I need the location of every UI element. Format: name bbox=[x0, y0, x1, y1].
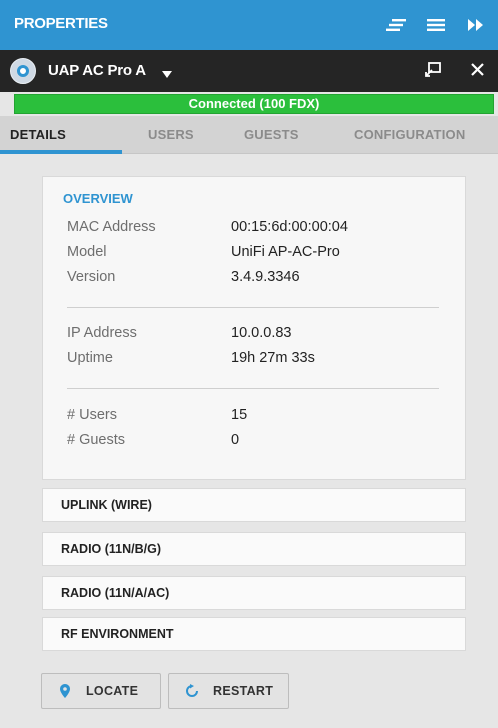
fast-forward-icon[interactable] bbox=[466, 15, 486, 35]
detail-label: Model bbox=[67, 244, 107, 260]
detail-label: Uptime bbox=[67, 350, 113, 366]
chevron-down-icon[interactable] bbox=[162, 66, 172, 84]
divider bbox=[67, 307, 439, 308]
close-icon[interactable] bbox=[471, 62, 484, 81]
location-pin-icon bbox=[58, 684, 72, 698]
locate-button[interactable]: LOCATE bbox=[41, 673, 161, 709]
restart-icon bbox=[185, 684, 199, 698]
detail-label: # Guests bbox=[67, 432, 126, 448]
connection-status-bar: Connected (100 FDX) bbox=[14, 94, 494, 114]
properties-header: PROPERTIES bbox=[0, 0, 498, 50]
detail-label: IP Address bbox=[67, 325, 137, 341]
detail-value: 00:15:6d:00:00:04 bbox=[231, 219, 348, 235]
divider bbox=[67, 388, 439, 389]
device-name-dropdown[interactable]: UAP AC Pro A bbox=[48, 62, 146, 79]
detail-value: 19h 27m 33s bbox=[231, 350, 315, 366]
tab-bar: DETAILS USERS GUESTS CONFIGURATION bbox=[0, 116, 498, 154]
overview-title[interactable]: OVERVIEW bbox=[63, 191, 133, 206]
tab-configuration[interactable]: CONFIGURATION bbox=[354, 116, 465, 154]
tab-users[interactable]: USERS bbox=[148, 116, 194, 154]
detail-label: MAC Address bbox=[67, 219, 156, 235]
detail-value: 0 bbox=[231, 432, 240, 448]
panel-title: PROPERTIES bbox=[14, 15, 108, 32]
overview-section: OVERVIEW MAC Address 00:15:6d:00:00:04 M… bbox=[42, 176, 466, 480]
section-radio-11nac[interactable]: RADIO (11N/A/AC) bbox=[42, 576, 466, 610]
detail-value: 15 bbox=[231, 407, 248, 423]
section-rf-environment[interactable]: RF ENVIRONMENT bbox=[42, 617, 466, 651]
section-uplink[interactable]: UPLINK (WIRE) bbox=[42, 488, 466, 522]
tab-guests[interactable]: GUESTS bbox=[244, 116, 299, 154]
active-tab-indicator bbox=[0, 150, 122, 154]
collapse-lines-icon[interactable] bbox=[386, 15, 406, 35]
section-radio-11ng[interactable]: RADIO (11N/B/G) bbox=[42, 532, 466, 566]
restart-button-label: RESTART bbox=[213, 684, 274, 698]
menu-icon[interactable] bbox=[426, 15, 446, 35]
properties-panel: PROPERTIES UAP AC Pro A Connected (100 F… bbox=[0, 0, 498, 728]
device-bar: UAP AC Pro A bbox=[0, 50, 498, 92]
detail-value: 10.0.0.83 bbox=[231, 325, 292, 341]
device-status-icon bbox=[10, 58, 36, 84]
detail-value: 3.4.9.3346 bbox=[231, 269, 300, 285]
detail-label: Version bbox=[67, 269, 116, 285]
detail-value: UniFi AP-AC-Pro bbox=[231, 244, 340, 260]
popout-icon[interactable] bbox=[425, 61, 441, 82]
locate-button-label: LOCATE bbox=[86, 684, 139, 698]
tab-details[interactable]: DETAILS bbox=[10, 116, 66, 154]
detail-label: # Users bbox=[67, 407, 117, 423]
restart-button[interactable]: RESTART bbox=[168, 673, 289, 709]
